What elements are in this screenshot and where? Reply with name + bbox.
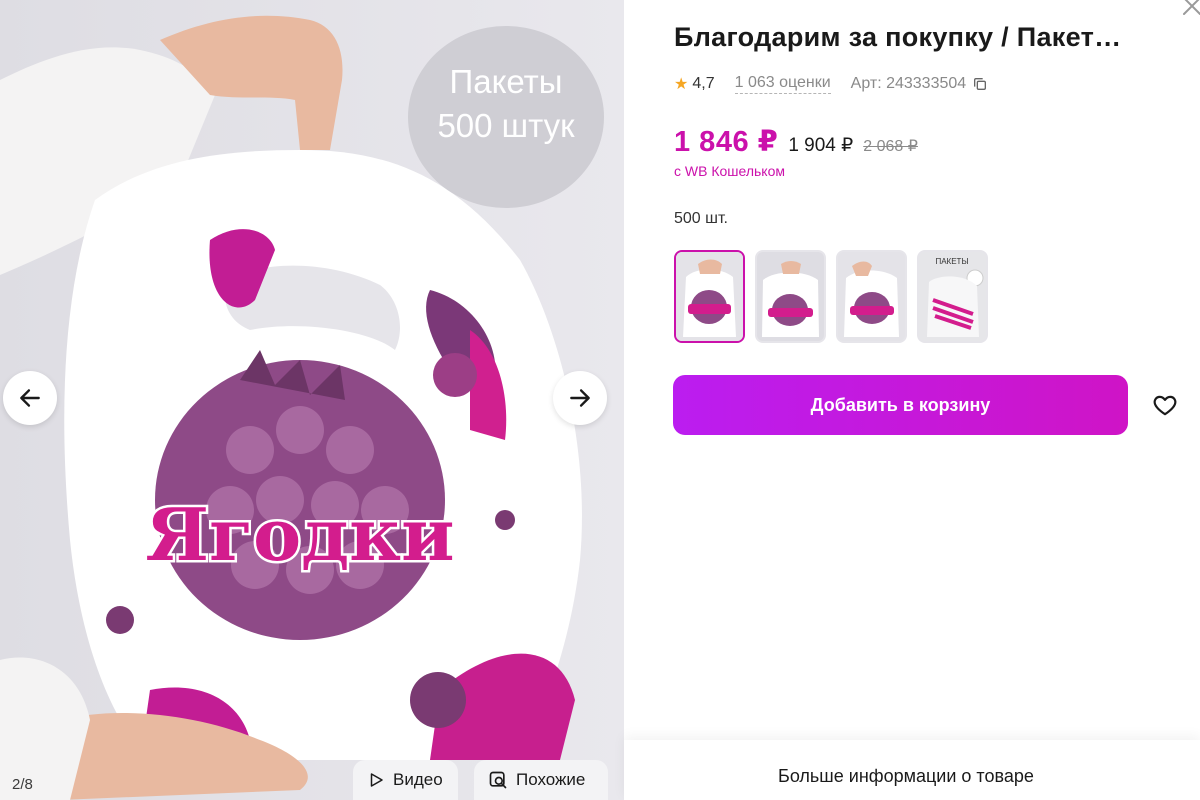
original-price: 2 068 ₽ <box>863 138 918 155</box>
thumbnail-image: ПАКЕТЫ <box>919 252 986 341</box>
article-number: Арт: 243333504 <box>850 75 967 92</box>
video-button[interactable]: Видео <box>353 760 458 800</box>
product-modal: Ягодки Пакеты 500 штук 2/8 Видео Похожие… <box>0 0 1200 800</box>
price-row: 1 846 ₽ 1 904 ₽ 2 068 ₽ <box>674 124 918 159</box>
thumbnail-image <box>676 252 743 341</box>
heart-icon[interactable] <box>1152 392 1178 418</box>
svg-text:Ягодки: Ягодки <box>145 492 454 577</box>
reviews-link[interactable]: 1 063 оценки <box>734 74 831 94</box>
quantity-label: 500 шт. <box>674 210 728 227</box>
arrow-right-icon <box>570 389 590 407</box>
variant-thumbnail[interactable] <box>674 250 745 343</box>
copy-icon[interactable] <box>972 76 988 92</box>
play-icon <box>370 773 383 787</box>
similar-label: Похожие <box>516 770 586 789</box>
variant-thumbnail[interactable] <box>755 250 826 343</box>
more-info-link[interactable]: Больше информации о товаре <box>778 766 1034 787</box>
regular-price: 1 904 ₽ <box>788 135 854 156</box>
variant-thumbnail[interactable] <box>836 250 907 343</box>
image-counter: 2/8 <box>12 776 33 793</box>
product-meta: ★ 4,7 1 063 оценки Арт: 243333504 <box>674 74 988 94</box>
add-to-cart-button[interactable]: Добавить в корзину <box>673 375 1128 435</box>
product-gallery: Ягодки Пакеты 500 штук 2/8 Видео Похожие <box>0 0 624 800</box>
promo-text: Пакеты 500 штук <box>437 63 575 144</box>
wallet-note: с WB Кошельком <box>674 163 785 179</box>
arrow-left-icon <box>20 389 40 407</box>
star-icon: ★ <box>674 76 689 93</box>
variant-thumbnails: ПАКЕТЫ <box>674 250 988 343</box>
thumbnail-image <box>757 252 824 341</box>
svg-text:ПАКЕТЫ: ПАКЕТЫ <box>935 257 968 266</box>
variant-thumbnail[interactable]: ПАКЕТЫ <box>917 250 988 343</box>
product-title: Благодарим за покупку / Пакет… <box>674 22 1122 52</box>
previous-image-button[interactable] <box>3 371 57 425</box>
video-label: Видео <box>393 770 443 789</box>
thumbnail-image <box>838 252 905 341</box>
next-image-button[interactable] <box>553 371 607 425</box>
wallet-price: 1 846 ₽ <box>674 126 779 158</box>
image-search-icon <box>489 771 507 789</box>
rating-value: 4,7 <box>692 75 715 92</box>
product-info-panel: Благодарим за покупку / Пакет… ★ 4,7 1 0… <box>624 0 1200 800</box>
similar-button[interactable]: Похожие <box>474 760 608 800</box>
close-icon[interactable] <box>1180 0 1200 18</box>
